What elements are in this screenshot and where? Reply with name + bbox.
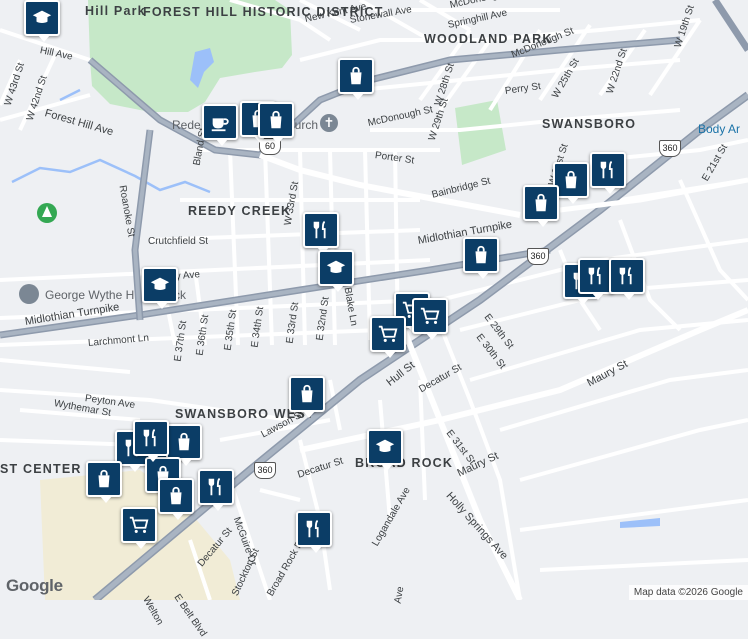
church-icon[interactable]: ✝ (320, 114, 338, 132)
map-marker-restaurant[interactable] (198, 469, 234, 511)
poi-label-redeemer-lutheran-church[interactable]: Rede (172, 118, 201, 132)
neighborhood-center: ST CENTER (0, 462, 82, 476)
pond (620, 518, 660, 528)
poi-label-body-arts[interactable]: Body Ar (698, 122, 740, 136)
map-marker-shopping-bag[interactable] (166, 424, 202, 466)
map-marker-restaurant[interactable] (609, 258, 645, 300)
map-marker-restaurant[interactable] (133, 420, 169, 462)
map-marker-shopping-bag[interactable] (338, 58, 374, 100)
map-marker-restaurant[interactable] (296, 511, 332, 553)
park-green-patch (455, 100, 506, 165)
map-marker-school[interactable] (24, 0, 60, 42)
map-marker-shopping-bag[interactable] (289, 376, 325, 418)
map-marker-restaurant[interactable] (303, 212, 339, 254)
map-marker-shopping-cart[interactable] (121, 507, 157, 549)
neighborhood-reedy-creek: REEDY CREEK (188, 204, 292, 218)
map-marker-cafe[interactable] (202, 104, 238, 146)
map-marker-shopping-bag[interactable] (258, 102, 294, 144)
map-marker-shopping-bag[interactable] (158, 478, 194, 520)
map-attribution[interactable]: Map data ©2026 Google (628, 585, 748, 600)
route-360-shield: 360 (254, 462, 276, 479)
school-icon[interactable] (19, 284, 39, 304)
map-marker-shopping-bag[interactable] (86, 461, 122, 503)
poi-label-george-wythe-high-school[interactable]: George Wythe H (45, 288, 134, 302)
map-marker-school[interactable] (318, 250, 354, 292)
google-logo: Google (6, 576, 63, 595)
map-marker-shopping-cart[interactable] (412, 298, 448, 340)
map-marker-restaurant[interactable] (590, 152, 626, 194)
route-360-shield: 360 (659, 140, 681, 157)
neighborhood-swansboro: SWANSBORO (542, 117, 637, 131)
street-label: Ave (392, 585, 407, 605)
map-marker-shopping-cart[interactable] (370, 316, 406, 358)
map-marker-school[interactable] (142, 267, 178, 309)
map-marker-shopping-bag[interactable] (463, 237, 499, 279)
route-360-shield: 360 (527, 248, 549, 265)
park-icon[interactable] (37, 203, 57, 223)
stream (11, 158, 211, 194)
street-label: Crutchfield St (148, 236, 209, 247)
neighborhood-hill-park: Hill Park (85, 4, 146, 18)
map-marker-shopping-bag[interactable] (523, 185, 559, 227)
map-marker-school[interactable] (367, 429, 403, 471)
